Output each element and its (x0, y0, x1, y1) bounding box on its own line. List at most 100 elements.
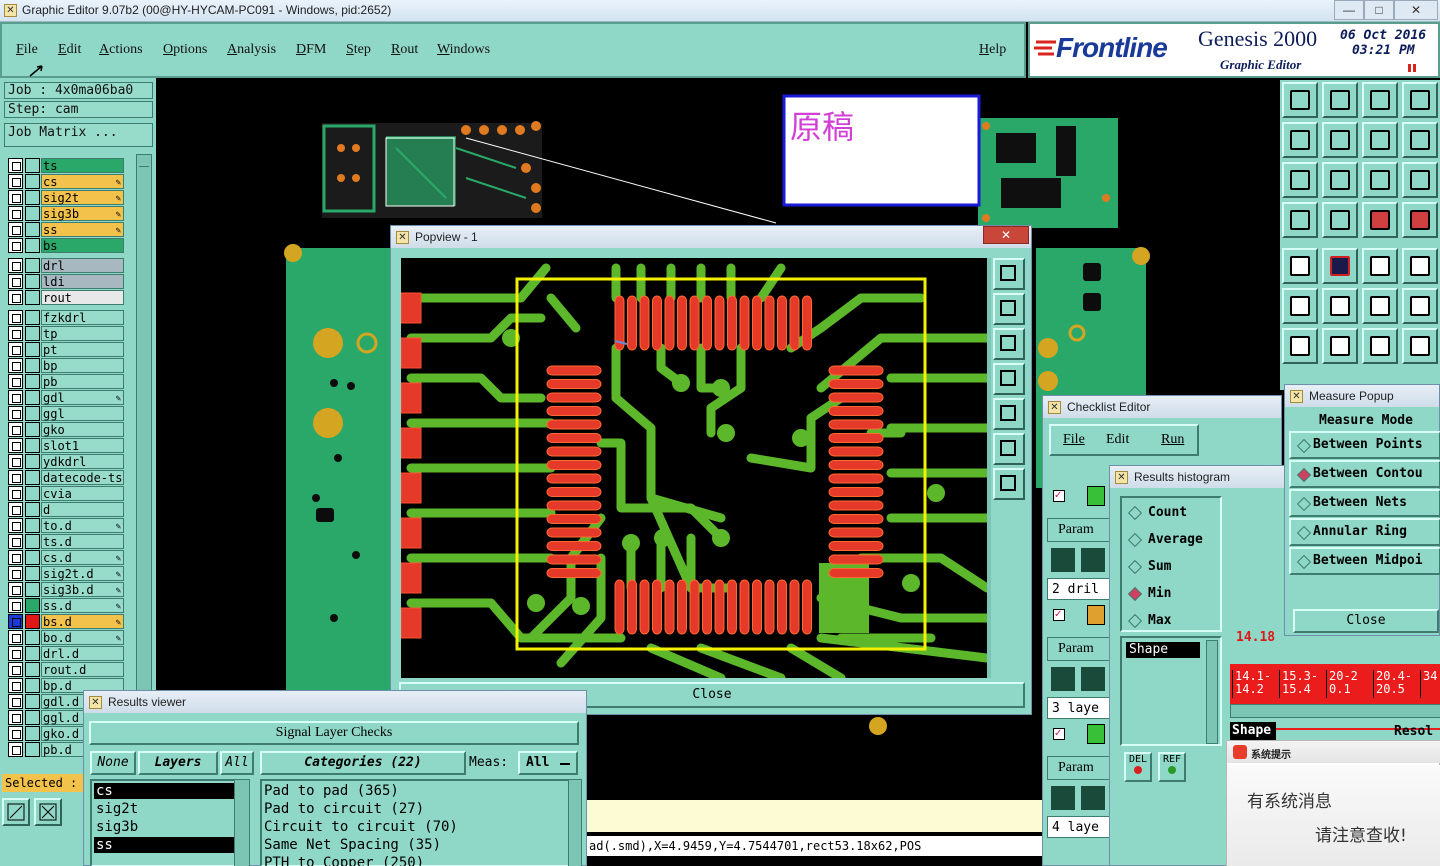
smd-pad[interactable] (739, 579, 750, 635)
smd-pad[interactable] (828, 473, 884, 484)
layer-display-checkbox[interactable] (8, 342, 23, 357)
layer-row-gdl[interactable]: gdl ✎ (8, 390, 124, 405)
layer-display-checkbox[interactable] (8, 206, 23, 221)
smd-pad[interactable] (828, 568, 884, 578)
layer-display-checkbox[interactable] (8, 534, 23, 549)
smd-pad[interactable] (828, 379, 884, 389)
result-category-item[interactable]: Circuit to circuit (70) (264, 819, 564, 835)
layer-display-checkbox[interactable] (8, 742, 23, 757)
smd-pad[interactable] (777, 579, 787, 635)
menu-help[interactable]: Help (979, 42, 1006, 58)
all-layers-button[interactable]: All (220, 751, 254, 775)
smd-pad[interactable] (828, 527, 884, 538)
smd-pad[interactable] (828, 487, 884, 497)
layer-affected-checkbox[interactable] (25, 502, 40, 517)
layer-display-checkbox[interactable] (8, 174, 23, 189)
histogram-list-item[interactable]: Shape (1126, 642, 1200, 658)
layer-affected-checkbox[interactable] (25, 614, 40, 629)
layer-display-checkbox[interactable] (8, 158, 23, 173)
smd-pad[interactable] (546, 419, 602, 430)
layer-display-checkbox[interactable] (8, 274, 23, 289)
meas-select[interactable]: All (518, 751, 578, 775)
rotate-button[interactable] (1362, 328, 1398, 364)
smd-pad[interactable] (639, 295, 650, 351)
histogram-option-sum[interactable]: Sum (1126, 558, 1220, 578)
measure-option[interactable]: Annular Ring (1289, 518, 1440, 546)
layer-affected-checkbox[interactable] (25, 422, 40, 437)
line-tool-button[interactable] (1322, 328, 1358, 364)
zoom-center-button[interactable] (1322, 162, 1358, 198)
layer-row-ydkdrl[interactable]: ydkdrl (8, 454, 124, 469)
layer-row-cvia[interactable]: cvia (8, 486, 124, 501)
layer-affected-checkbox[interactable] (25, 342, 40, 357)
smd-pad[interactable] (828, 433, 884, 443)
system-notification[interactable]: 系统提示 有系统消息 请注意查收! (1226, 740, 1440, 866)
layer-display-checkbox[interactable] (8, 550, 23, 565)
select-point-button[interactable] (1282, 248, 1318, 284)
smd-pad[interactable] (546, 473, 602, 484)
layer-row-pb[interactable]: pb (8, 374, 124, 389)
smd-pad[interactable] (828, 446, 884, 457)
layer-affected-checkbox[interactable] (25, 222, 40, 237)
snap-button[interactable] (1282, 202, 1318, 238)
smd-pad[interactable] (546, 446, 602, 457)
pop-fit-button[interactable] (993, 433, 1025, 465)
smd-pad[interactable] (828, 541, 884, 551)
draw-line-button[interactable] (1322, 248, 1358, 284)
layer-row-slot1[interactable]: slot1 (8, 438, 124, 453)
layer-display-checkbox[interactable] (8, 726, 23, 741)
menu-actions[interactable]: Actions (99, 42, 143, 58)
layer-row-d[interactable]: d (8, 502, 124, 517)
layer-affected-checkbox[interactable] (25, 630, 40, 645)
cross-select-button[interactable] (1322, 288, 1358, 324)
layer-affected-checkbox[interactable] (25, 174, 40, 189)
smd-pad[interactable] (639, 579, 650, 635)
layer-affected-checkbox[interactable] (25, 290, 40, 305)
minimize-button[interactable]: — (1334, 0, 1364, 20)
smd-pad[interactable] (652, 295, 662, 351)
checklist-menu-file[interactable]: File (1063, 432, 1085, 448)
layer-row-cs-d[interactable]: cs.d ✎ (8, 550, 124, 565)
layer-display-checkbox[interactable] (8, 258, 23, 273)
layer-display-checkbox[interactable] (8, 518, 23, 533)
layer-row-drl[interactable]: drl (8, 258, 124, 273)
smd-pad[interactable] (702, 295, 712, 351)
smd-pad[interactable] (828, 419, 884, 430)
layer-affected-checkbox[interactable] (25, 518, 40, 533)
smd-pad[interactable] (546, 365, 602, 376)
smd-pad[interactable] (752, 295, 762, 351)
smd-pad[interactable] (828, 365, 884, 376)
checklist-menu-run[interactable]: Run (1161, 432, 1184, 448)
layer-affected-checkbox[interactable] (25, 550, 40, 565)
flip-button[interactable] (1362, 122, 1398, 158)
smd-pad[interactable] (546, 541, 602, 551)
measure-close-button[interactable]: Close (1293, 609, 1439, 633)
ref-button[interactable]: REF (1158, 752, 1186, 782)
layer-display-checkbox[interactable] (8, 566, 23, 581)
layer-affected-checkbox[interactable] (25, 486, 40, 501)
layer-display-checkbox[interactable] (8, 710, 23, 725)
checklist-row-check[interactable]: ✓ (1047, 722, 1113, 746)
layer-display-checkbox[interactable] (8, 238, 23, 253)
layer-affected-checkbox[interactable] (25, 406, 40, 421)
layer-row-gko[interactable]: gko (8, 422, 124, 437)
layer-row-bp[interactable]: bp (8, 358, 124, 373)
layer-row-ss-d[interactable]: ss.d ✎ (8, 598, 124, 613)
layer-affected-checkbox[interactable] (25, 662, 40, 677)
layer-affected-checkbox[interactable] (25, 742, 40, 757)
result-category-item[interactable]: PTH to Copper (250) (264, 855, 564, 866)
flip-vertical-button[interactable] (1402, 328, 1438, 364)
menu-rout[interactable]: Rout (391, 42, 418, 58)
smd-pad[interactable] (546, 514, 602, 524)
layer-display-checkbox[interactable] (8, 438, 23, 453)
layer-display-checkbox[interactable] (8, 662, 23, 677)
smd-pad[interactable] (627, 579, 637, 635)
smd-pad[interactable] (828, 460, 884, 470)
result-layer-item[interactable]: sig3b (94, 819, 234, 835)
smd-pad[interactable] (546, 554, 602, 565)
layer-affected-checkbox[interactable] (25, 678, 40, 693)
smd-pad[interactable] (752, 579, 762, 635)
net-connect-button[interactable] (1282, 288, 1318, 324)
smd-pad[interactable] (546, 500, 602, 511)
smd-pad[interactable] (664, 295, 675, 351)
